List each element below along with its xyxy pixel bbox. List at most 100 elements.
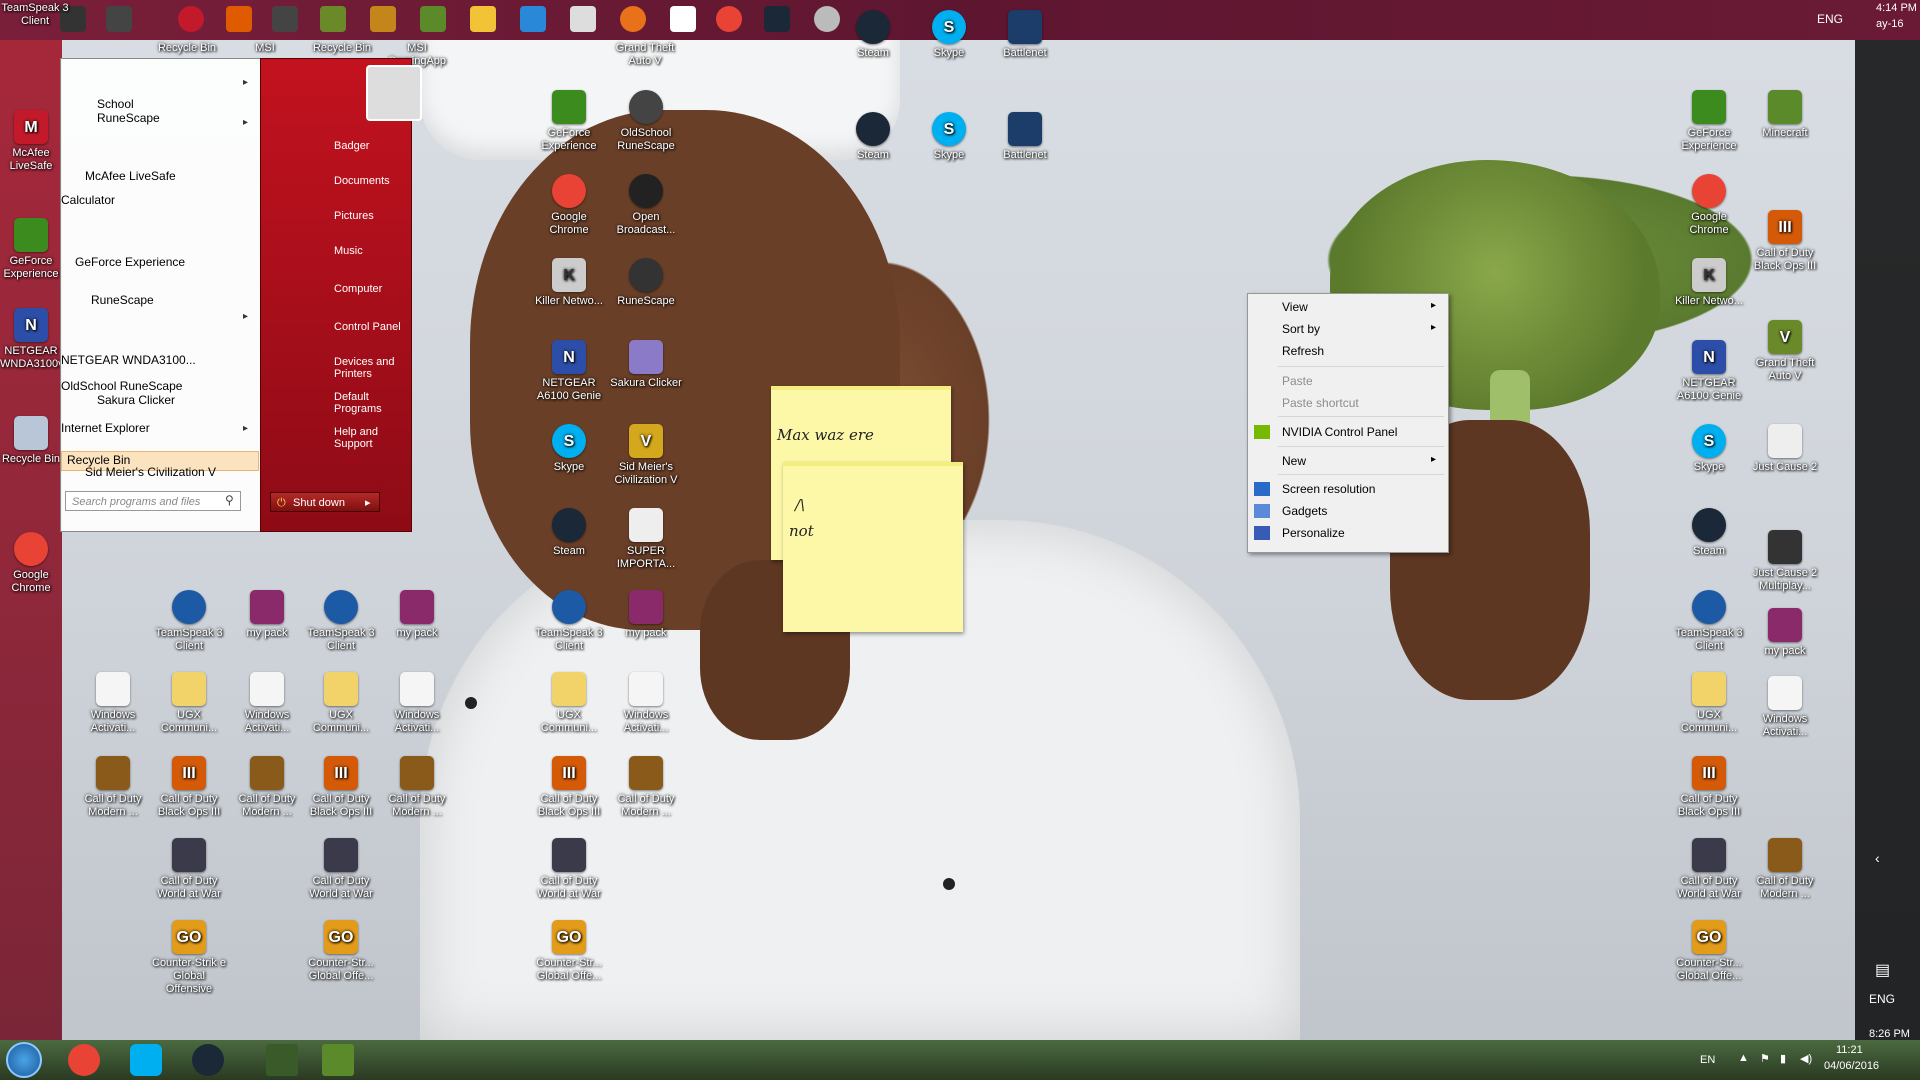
- desktop-icon[interactable]: UGX Communi...: [304, 672, 378, 735]
- desktop-icon[interactable]: Grand Theft Auto V: [608, 42, 682, 68]
- desktop-icon[interactable]: S Skype: [912, 112, 986, 162]
- desktop-icon[interactable]: Open Broadcast...: [609, 174, 683, 237]
- desktop-icon[interactable]: GO Counter-Str... Global Offe...: [304, 920, 378, 983]
- desktop-icon[interactable]: III Call of Duty Black Ops III: [152, 756, 226, 819]
- notification-icon[interactable]: ▤: [1875, 960, 1890, 980]
- desktop-icon[interactable]: TeamSpeak 3 Client: [532, 590, 606, 653]
- chevron-up-icon[interactable]: ▲: [1738, 1052, 1749, 1064]
- context-menu-paste-shortcut[interactable]: Paste shortcut: [1282, 396, 1359, 410]
- desktop-icon[interactable]: N NETGEAR WNDA3100v: [0, 308, 64, 371]
- clock-date[interactable]: 04/06/2016: [1824, 1060, 1879, 1072]
- desktop-icon[interactable]: UGX Communi...: [1672, 672, 1746, 735]
- start-menu-item-control-panel[interactable]: Control Panel: [334, 321, 401, 333]
- steam-icon[interactable]: [192, 1044, 224, 1076]
- star-icon[interactable]: [272, 6, 298, 32]
- start-menu-program[interactable]: McAfee LiveSafe: [85, 169, 176, 183]
- desktop-icon[interactable]: Call of Duty Modern ...: [609, 756, 683, 819]
- start-menu-program[interactable]: GeForce Experience: [75, 255, 185, 269]
- desktop-icon[interactable]: Recycle Bin: [150, 42, 224, 55]
- desktop-icon[interactable]: Steam: [1672, 508, 1746, 558]
- app-icon[interactable]: [266, 1044, 298, 1076]
- start-menu-item-badger[interactable]: Badger: [334, 140, 369, 152]
- desktop-icon[interactable]: GO Counter-Strik e Global Offensive: [152, 920, 226, 996]
- desktop-icon[interactable]: Sakura Clicker: [609, 340, 683, 390]
- gear-icon[interactable]: [370, 6, 396, 32]
- context-menu-view[interactable]: View: [1282, 300, 1308, 314]
- desktop-icon[interactable]: III Call of Duty Black Ops III: [1672, 756, 1746, 819]
- chevron-right-icon[interactable]: ▸: [365, 493, 371, 513]
- desktop-icon[interactable]: Call of Duty World at War: [304, 838, 378, 901]
- shutdown-button[interactable]: ⏻ Shut down ▸: [270, 492, 380, 512]
- computer-icon[interactable]: [570, 6, 596, 32]
- sticky-note-text[interactable]: not: [789, 522, 814, 540]
- desktop-icon[interactable]: Windows Activati...: [1748, 676, 1822, 739]
- context-menu-paste[interactable]: Paste: [1282, 374, 1313, 388]
- start-menu-program[interactable]: Sid Meier's Civilization V: [85, 465, 216, 479]
- context-menu-sort-by[interactable]: Sort by: [1282, 322, 1320, 336]
- clock-time[interactable]: 8:26 PM: [1869, 1028, 1910, 1040]
- desktop-icon[interactable]: GO Counter-Str... Global Offe...: [1672, 920, 1746, 983]
- desktop-icon[interactable]: TeamSpeak 3 Client: [304, 590, 378, 653]
- desktop-icon[interactable]: GeForce Experience: [0, 218, 62, 281]
- desktop-icon[interactable]: III Call of Duty Black Ops III: [1748, 210, 1822, 273]
- document-icon[interactable]: [670, 6, 696, 32]
- sticky-note-text[interactable]: /\: [795, 496, 805, 514]
- desktop-icon[interactable]: Call of Duty World at War: [152, 838, 226, 901]
- chrome-icon[interactable]: [68, 1044, 100, 1076]
- context-menu-new[interactable]: New: [1282, 454, 1306, 468]
- desktop-icon[interactable]: V Grand Theft Auto V: [1748, 320, 1822, 383]
- start-menu-program[interactable]: OldSchool RuneScape: [61, 379, 182, 393]
- skype-icon[interactable]: [130, 1044, 162, 1076]
- desktop-icon[interactable]: Windows Activati...: [76, 672, 150, 735]
- mcafee-icon[interactable]: [178, 6, 204, 32]
- firefox-icon[interactable]: [620, 6, 646, 32]
- start-search-input[interactable]: Search programs and files: [65, 491, 241, 511]
- desktop-icon[interactable]: SUPER IMPORTA...: [609, 508, 683, 571]
- desktop-icon[interactable]: Steam: [836, 112, 910, 162]
- desktop-icon[interactable]: Google Chrome: [1672, 174, 1746, 237]
- desktop-icon[interactable]: my pack: [380, 590, 454, 640]
- start-menu-program[interactable]: Calculator: [61, 193, 115, 207]
- desktop-icon[interactable]: TeamSpeak 3 Client: [152, 590, 226, 653]
- context-menu-nvidia-control-panel[interactable]: NVIDIA Control Panel: [1282, 425, 1397, 439]
- chrome-icon[interactable]: [716, 6, 742, 32]
- desktop-icon[interactable]: N NETGEAR A6100 Genie: [532, 340, 606, 403]
- desktop-icon[interactable]: Just Cause 2 Multiplay...: [1748, 530, 1822, 593]
- start-menu-item-documents[interactable]: Documents: [334, 175, 390, 187]
- avatar[interactable]: [366, 65, 422, 121]
- chevron-right-icon[interactable]: ▸: [243, 77, 248, 88]
- language-indicator[interactable]: ENG: [1817, 12, 1843, 26]
- start-menu-program[interactable]: RuneScape: [91, 293, 154, 307]
- desktop-icon[interactable]: K Killer Netwo...: [532, 258, 606, 308]
- start-menu-item-default-programs[interactable]: Default Programs: [334, 391, 411, 415]
- sticky-note-text[interactable]: Max waz ere: [777, 426, 874, 444]
- desktop-icon[interactable]: UGX Communi...: [152, 672, 226, 735]
- desktop-icon[interactable]: V Sid Meier's Civilization V: [609, 424, 683, 487]
- desktop-icon[interactable]: Windows Activati...: [609, 672, 683, 735]
- desktop-icon[interactable]: my pack: [230, 590, 304, 640]
- start-menu-item-devices-printers[interactable]: Devices and Printers: [334, 356, 411, 380]
- context-menu-refresh[interactable]: Refresh: [1282, 344, 1324, 358]
- steam-icon[interactable]: [764, 6, 790, 32]
- desktop-icon[interactable]: S Skype: [532, 424, 606, 474]
- gta-icon[interactable]: [320, 6, 346, 32]
- desktop-icon[interactable]: Call of Duty Modern ...: [76, 756, 150, 819]
- folder-icon[interactable]: [470, 6, 496, 32]
- desktop-icon[interactable]: UGX Communi...: [532, 672, 606, 735]
- start-menu-program[interactable]: School: [97, 97, 134, 111]
- start-menu-item-help-support[interactable]: Help and Support: [334, 426, 411, 450]
- desktop-icon[interactable]: GeForce Experience: [532, 90, 606, 153]
- language-indicator[interactable]: ENG: [1869, 992, 1895, 1006]
- desktop-icon[interactable]: Windows Activati...: [230, 672, 304, 735]
- context-menu-gadgets[interactable]: Gadgets: [1282, 504, 1327, 518]
- desktop-icon[interactable]: TeamSpeak 3 Client: [1672, 590, 1746, 653]
- desktop-icon[interactable]: N NETGEAR A6100 Genie: [1672, 340, 1746, 403]
- chevron-left-icon[interactable]: ‹: [1875, 850, 1880, 866]
- desktop-icon[interactable]: Recycle Bin: [0, 416, 62, 466]
- desktop-icon[interactable]: Battlenet: [988, 112, 1062, 162]
- desktop-icon[interactable]: Recycle Bin: [305, 42, 379, 55]
- context-menu-personalize[interactable]: Personalize: [1282, 526, 1345, 540]
- desktop-icon[interactable]: S Skype: [1672, 424, 1746, 474]
- black-ops-icon[interactable]: [226, 6, 252, 32]
- volume-icon[interactable]: ◀): [1800, 1052, 1812, 1065]
